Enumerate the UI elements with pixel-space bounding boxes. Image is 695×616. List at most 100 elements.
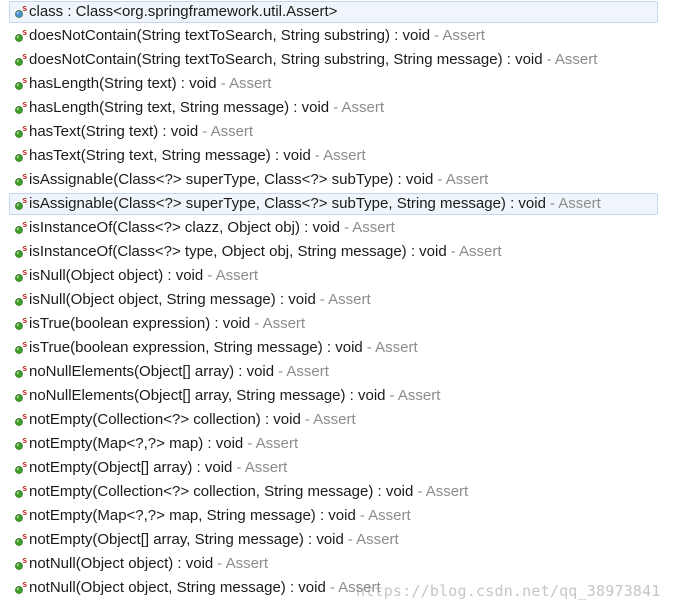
- svg-text:S: S: [22, 533, 27, 541]
- svg-text:S: S: [22, 389, 27, 397]
- svg-text:S: S: [22, 557, 27, 565]
- proposal-row-content: SnotNull(Object object, String message) …: [14, 576, 381, 600]
- proposal-item-method[interactable]: SnotNull(Object object) : void - Assert: [0, 552, 695, 576]
- proposal-owner: - Assert: [389, 387, 441, 404]
- proposal-signature: doesNotContain(String textToSearch, Stri…: [29, 51, 543, 68]
- static-method-icon: S: [14, 341, 28, 355]
- proposal-item-method[interactable]: SnotEmpty(Collection<?> collection, Stri…: [0, 480, 695, 504]
- proposal-item-method[interactable]: SnotEmpty(Map<?,?> map) : void - Assert: [0, 432, 695, 456]
- static-method-icon: S: [14, 173, 28, 187]
- proposal-item-method[interactable]: ShasLength(String text, String message) …: [0, 96, 695, 120]
- proposal-item-method[interactable]: SnotEmpty(Collection<?> collection) : vo…: [0, 408, 695, 432]
- proposal-signature: hasText(String text, String message) : v…: [29, 147, 311, 164]
- static-method-icon: S: [14, 101, 28, 115]
- static-method-icon: S: [14, 365, 28, 379]
- svg-text:S: S: [22, 461, 27, 469]
- proposal-signature: notNull(Object object, String message) :…: [29, 579, 326, 596]
- proposal-item-method[interactable]: SdoesNotContain(String textToSearch, Str…: [0, 48, 695, 72]
- proposal-item-class[interactable]: Sclass : Class<org.springframework.util.…: [0, 0, 695, 24]
- proposal-owner: - Assert: [450, 243, 502, 260]
- proposal-owner: - Assert: [434, 27, 485, 44]
- proposal-item-method[interactable]: SisAssignable(Class<?> superType, Class<…: [0, 168, 695, 192]
- proposal-item-method[interactable]: SdoesNotContain(String textToSearch, Str…: [0, 24, 695, 48]
- proposal-row-content: ShasLength(String text) : void - Assert: [14, 72, 271, 96]
- proposal-signature: noNullElements(Object[] array) : void: [29, 363, 275, 380]
- proposal-row-content: ShasText(String text) : void - Assert: [14, 120, 253, 144]
- static-method-icon: S: [14, 269, 28, 283]
- proposal-item-method[interactable]: ShasText(String text, String message) : …: [0, 144, 695, 168]
- proposal-row-content: SisAssignable(Class<?> superType, Class<…: [14, 168, 488, 192]
- proposal-item-method[interactable]: ShasText(String text) : void - Assert: [0, 120, 695, 144]
- watermark-text: https://blog.csdn.net/qq_38973841: [356, 582, 661, 600]
- svg-text:S: S: [22, 365, 27, 373]
- proposal-owner: - Assert: [217, 555, 269, 572]
- proposal-item-method[interactable]: SnoNullElements(Object[] array) : void - …: [0, 360, 695, 384]
- proposal-row-content: Sclass : Class<org.springframework.util.…: [14, 0, 337, 24]
- proposal-item-method[interactable]: SisTrue(boolean expression) : void - Asse…: [0, 312, 695, 336]
- proposal-signature: notEmpty(Map<?,?> map) : void: [29, 435, 244, 452]
- svg-text:S: S: [22, 77, 27, 85]
- static-method-icon: S: [14, 413, 28, 427]
- proposal-item-method[interactable]: SisInstanceOf(Class<?> type, Object obj,…: [0, 240, 695, 264]
- svg-text:S: S: [22, 269, 27, 277]
- svg-text:S: S: [22, 5, 27, 13]
- svg-text:S: S: [22, 485, 27, 493]
- proposal-item-method[interactable]: SnoNullElements(Object[] array, String m…: [0, 384, 695, 408]
- svg-text:S: S: [22, 413, 27, 421]
- proposal-row-content: SisInstanceOf(Class<?> type, Object obj,…: [14, 240, 502, 264]
- proposal-row-content: SisInstanceOf(Class<?> clazz, Object obj…: [14, 216, 395, 240]
- proposal-row-content: SnoNullElements(Object[] array) : void - …: [14, 360, 329, 384]
- proposal-item-method[interactable]: SisTrue(boolean expression, String messa…: [0, 336, 695, 360]
- proposal-row-content: SisTrue(boolean expression, String messa…: [14, 336, 418, 360]
- svg-text:S: S: [22, 293, 27, 301]
- proposal-signature: isNull(Object object, String message) : …: [29, 291, 316, 308]
- svg-text:S: S: [22, 197, 27, 205]
- proposal-signature: isAssignable(Class<?> superType, Class<?…: [29, 171, 434, 188]
- svg-text:S: S: [22, 53, 27, 61]
- static-method-icon: S: [14, 485, 28, 499]
- proposal-owner: - Assert: [437, 171, 489, 188]
- proposal-signature: isInstanceOf(Class<?> clazz, Object obj)…: [29, 219, 340, 236]
- proposal-row-content: ShasLength(String text, String message) …: [14, 96, 384, 120]
- static-method-icon: S: [14, 221, 28, 235]
- proposal-owner: - Assert: [202, 123, 254, 140]
- proposal-item-method[interactable]: SisAssignable(Class<?> superType, Class<…: [0, 192, 695, 216]
- static-method-icon: S: [14, 53, 28, 67]
- svg-text:S: S: [22, 101, 27, 109]
- svg-text:S: S: [22, 341, 27, 349]
- svg-text:S: S: [22, 149, 27, 157]
- proposal-signature: noNullElements(Object[] array, String me…: [29, 387, 386, 404]
- proposal-signature: notEmpty(Map<?,?> map, String message) :…: [29, 507, 356, 524]
- content-assist-popup: Sclass : Class<org.springframework.util.…: [0, 0, 695, 616]
- static-method-icon: S: [14, 125, 28, 139]
- proposal-signature: notEmpty(Collection<?> collection, Strin…: [29, 483, 414, 500]
- proposal-row-content: SnotEmpty(Object[] array, String message…: [14, 528, 399, 552]
- static-method-icon: S: [14, 557, 28, 571]
- proposal-item-method[interactable]: SnotEmpty(Object[] array, String message…: [0, 528, 695, 552]
- svg-text:S: S: [22, 509, 27, 517]
- proposal-signature: hasLength(String text) : void: [29, 75, 217, 92]
- proposal-owner: - Assert: [343, 219, 395, 236]
- class-field-icon: S: [14, 5, 28, 19]
- proposal-item-method[interactable]: SisInstanceOf(Class<?> clazz, Object obj…: [0, 216, 695, 240]
- svg-text:S: S: [22, 581, 27, 589]
- proposal-owner: - Assert: [546, 51, 598, 68]
- proposal-item-method[interactable]: SnotEmpty(Object[] array) : void - Assert: [0, 456, 695, 480]
- proposal-signature: isAssignable(Class<?> superType, Class<?…: [29, 195, 546, 212]
- svg-text:S: S: [22, 125, 27, 133]
- static-method-icon: S: [14, 293, 28, 307]
- proposal-row-content: ShasText(String text, String message) : …: [14, 144, 366, 168]
- proposal-signature: isInstanceOf(Class<?> type, Object obj, …: [29, 243, 447, 260]
- proposal-item-method[interactable]: SisNull(Object object) : void - Assert: [0, 264, 695, 288]
- proposal-signature: hasText(String text) : void: [29, 123, 199, 140]
- static-method-icon: S: [14, 245, 28, 259]
- static-method-icon: S: [14, 533, 28, 547]
- proposal-item-method[interactable]: ShasLength(String text) : void - Assert: [0, 72, 695, 96]
- proposal-owner: - Assert: [278, 363, 329, 380]
- proposal-owner: - Assert: [359, 507, 411, 524]
- proposal-row-content: SnoNullElements(Object[] array, String m…: [14, 384, 440, 408]
- proposal-item-method[interactable]: SnotEmpty(Map<?,?> map, String message) …: [0, 504, 695, 528]
- proposal-signature: notNull(Object object) : void: [29, 555, 214, 572]
- svg-text:S: S: [22, 317, 27, 325]
- proposal-item-method[interactable]: SisNull(Object object, String message) :…: [0, 288, 695, 312]
